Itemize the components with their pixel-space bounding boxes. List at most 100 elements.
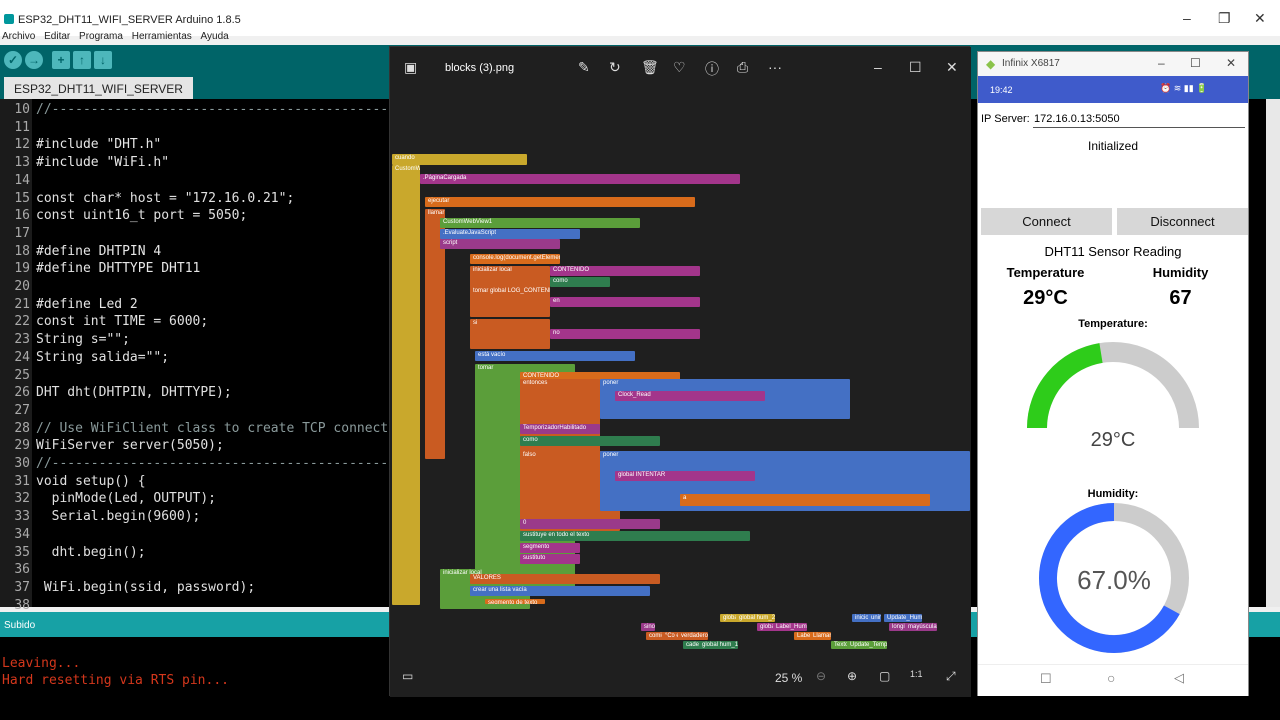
code-block: sustituto <box>520 554 580 564</box>
recents-icon[interactable]: ☐ <box>1040 671 1052 687</box>
line-number: 32 <box>14 491 30 507</box>
line-number: 17 <box>14 225 30 241</box>
line-number-gutter: 10 11 12 13 14 15 16 17 18 19 20 21 22 23 24 25 26 27 28 29… <box>0 99 32 613</box>
filmstrip-icon[interactable]: ▭ <box>402 669 413 683</box>
code-line: #define DHTTYPE DHT11 <box>36 261 201 277</box>
home-icon[interactable]: ○ <box>1107 670 1115 686</box>
code-block: CONTENIDO <box>550 266 700 276</box>
info-icon[interactable]: ⓘ <box>705 59 719 79</box>
rotate-icon[interactable]: ↻ <box>609 59 621 76</box>
close-icon[interactable]: ✕ <box>1254 10 1266 27</box>
favorite-icon[interactable]: ♡ <box>673 59 686 76</box>
humidity-donut: 67.0% <box>1039 503 1189 653</box>
code-line: #include "WiFi.h" <box>36 155 170 171</box>
code-line: void setup() { <box>36 473 146 489</box>
blocks-image[interactable]: cuandoCustomWebView1.PáginaCargadaejecut… <box>390 89 971 657</box>
code-block: °C <box>662 632 672 640</box>
code-block: .PáginaCargada <box>420 174 740 184</box>
code-block: VALORES <box>470 574 660 584</box>
arduino-app-icon <box>4 14 14 24</box>
code-block: global hum_1 <box>699 641 739 649</box>
code-line: Serial.begin(9600); <box>36 509 201 525</box>
code-block: verdadero <box>678 632 709 640</box>
line-number: 27 <box>14 402 30 418</box>
humidity-label: Humidity <box>1152 265 1209 280</box>
gallery-icon[interactable]: ▣ <box>404 59 417 76</box>
more-icon[interactable]: ··· <box>768 59 782 75</box>
ide-window-title: ESP32_DHT11_WIFI_SERVER Arduino 1.8.5 <box>18 14 241 26</box>
connect-button[interactable]: Connect <box>981 208 1112 235</box>
fit-icon[interactable]: ▢ <box>879 669 890 683</box>
line-number: 11 <box>14 119 30 135</box>
code-block: si <box>470 319 550 349</box>
line-number: 26 <box>14 385 30 401</box>
phone-window-title: Infinix X6817 <box>1002 58 1060 69</box>
code-block: CustomWebView1 <box>392 165 420 605</box>
new-sketch-icon[interactable]: + <box>52 51 70 69</box>
line-number: 30 <box>14 456 30 471</box>
delete-icon[interactable]: 🗑 <box>641 59 659 76</box>
editor-scrollbar[interactable] <box>1266 99 1280 607</box>
line-number: 36 <box>14 562 30 578</box>
code-block: unir <box>868 614 882 622</box>
edit-icon[interactable]: ✎ <box>578 59 590 76</box>
save-sketch-icon[interactable]: ↓ <box>94 51 112 69</box>
line-number: 14 <box>14 172 30 188</box>
print-icon[interactable]: ⎙ <box>737 59 748 76</box>
minimize-icon[interactable]: – <box>1158 56 1165 70</box>
minimize-icon[interactable]: – <box>874 59 882 75</box>
code-block: no <box>550 329 700 339</box>
line-number: 31 <box>14 473 30 489</box>
open-sketch-icon[interactable]: ↑ <box>73 51 91 69</box>
verify-icon[interactable]: ✓ <box>4 51 22 69</box>
code-line: WiFiServer server(5050); <box>36 438 224 454</box>
humidity-value: 67 <box>1169 287 1192 309</box>
ip-value[interactable]: 172.16.0.13:5050 <box>1034 113 1120 125</box>
zoom-level: 25 % <box>775 671 803 685</box>
code-block: CustomWebView1 <box>440 218 640 228</box>
connection-state: Initialized <box>1087 139 1139 153</box>
code-block: como <box>520 436 660 446</box>
line-number: 23 <box>14 332 30 348</box>
console-line: Leaving... <box>2 656 81 671</box>
disconnect-button[interactable]: Disconnect <box>1117 208 1248 235</box>
viewer-footer: ▭ 25 % ⊖ ⊕ ▢ 1:1 ⤢ <box>390 657 971 697</box>
zoom-in-icon[interactable]: ⊕ <box>847 669 857 683</box>
line-number: 29 <box>14 438 30 454</box>
sketch-tab[interactable]: ESP32_DHT11_WIFI_SERVER <box>4 77 193 99</box>
back-icon[interactable]: ◁ <box>1174 670 1184 686</box>
maximize-icon[interactable]: ☐ <box>909 59 922 76</box>
close-icon[interactable]: ✕ <box>1226 56 1236 70</box>
code-line: // Use WiFiClient class to create TCP co… <box>36 420 389 436</box>
zoom-out-icon[interactable]: ⊖ <box>816 669 826 683</box>
menu-ayuda[interactable]: Ayuda <box>201 31 229 42</box>
code-line: String salida=""; <box>36 349 170 365</box>
maximize-icon[interactable]: ❐ <box>1218 10 1231 27</box>
line-number: 20 <box>14 279 30 294</box>
code-block: Llamar <box>810 632 832 640</box>
menu-herramientas[interactable]: Herramientas <box>132 31 192 42</box>
maximize-icon[interactable]: ☐ <box>1190 56 1201 70</box>
code-block: Label_Hum <box>773 623 807 631</box>
code-block: segmento de texto <box>485 599 545 604</box>
minimize-icon[interactable]: – <box>1183 10 1191 26</box>
temperature-label: Temperature <box>1006 265 1085 280</box>
code-line: const uint16_t port = 5050; <box>36 208 248 224</box>
code-block: .EvaluateJavaScript <box>440 229 580 239</box>
close-icon[interactable]: ✕ <box>946 59 958 76</box>
upload-icon[interactable]: → <box>25 51 43 69</box>
code-line: DHT dht(DHTPIN, DHTTYPE); <box>36 385 232 401</box>
android-status-bar: 19:42 ⏰ ≋ ▮▮ 🔋 <box>978 76 1248 103</box>
menu-programa[interactable]: Programa <box>79 31 123 42</box>
code-block: ejecutar <box>425 197 695 207</box>
line-number: 22 <box>14 314 30 330</box>
code-block: Update_Hum <box>884 614 923 622</box>
clock: 19:42 <box>990 85 1013 95</box>
actual-size-icon[interactable]: 1:1 <box>910 669 923 679</box>
code-block: Update_Temp <box>847 641 888 649</box>
code-block: está vacío <box>475 351 635 361</box>
code-block: tomar global LOG_CONTENIDO <box>470 287 550 317</box>
menu-editar[interactable]: Editar <box>44 31 70 42</box>
fullscreen-icon[interactable]: ⤢ <box>946 669 956 684</box>
menu-archivo[interactable]: Archivo <box>2 31 35 42</box>
